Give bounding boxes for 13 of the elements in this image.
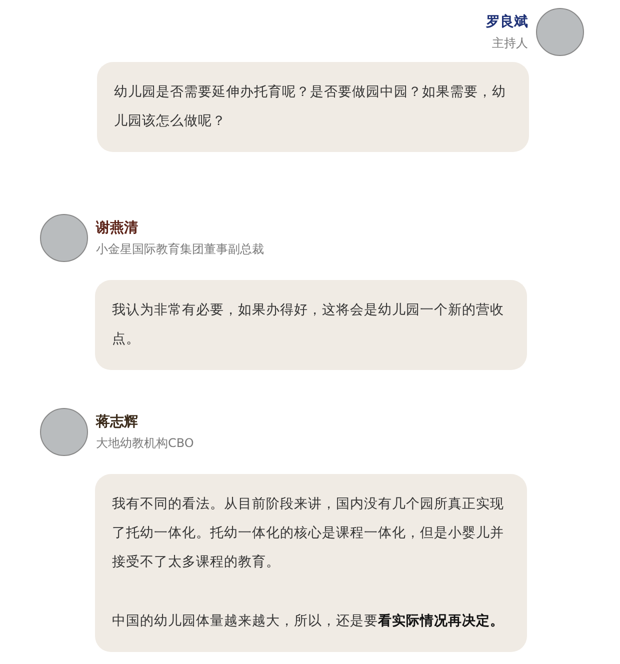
speaker-role: 大地幼教机构CBO bbox=[96, 434, 194, 452]
message-text: 我有不同的看法。从目前阶段来讲，国内没有几个园所真正实现了托幼一体化。托幼一体化的核心是课程一体化，但是小婴儿并接受不了太多课程的教育。 bbox=[112, 496, 505, 572]
speaker-name: 蒋志辉 bbox=[96, 412, 138, 430]
message-text: 幼儿园是否需要延伸办托育呢？是否要做园中园？如果需要，幼儿园该怎么做呢？ bbox=[114, 84, 507, 131]
speaker-name: 罗良斌 bbox=[486, 12, 528, 30]
message-text: 我认为非常有必要，如果办得好，这将会是幼儿园一个新的营收点。 bbox=[112, 302, 505, 349]
avatar-placeholder bbox=[40, 214, 88, 262]
message-text: 中国的幼儿园体量越来越大，所以，还是要看实际情况再决定。 bbox=[112, 612, 505, 631]
avatar-placeholder bbox=[40, 408, 88, 456]
speaker-role: 主持人 bbox=[492, 34, 528, 52]
speaker-name: 谢燕清 bbox=[96, 218, 138, 236]
speaker-role: 小金星国际教育集团董事副总裁 bbox=[96, 240, 264, 258]
avatar-placeholder bbox=[536, 8, 584, 56]
